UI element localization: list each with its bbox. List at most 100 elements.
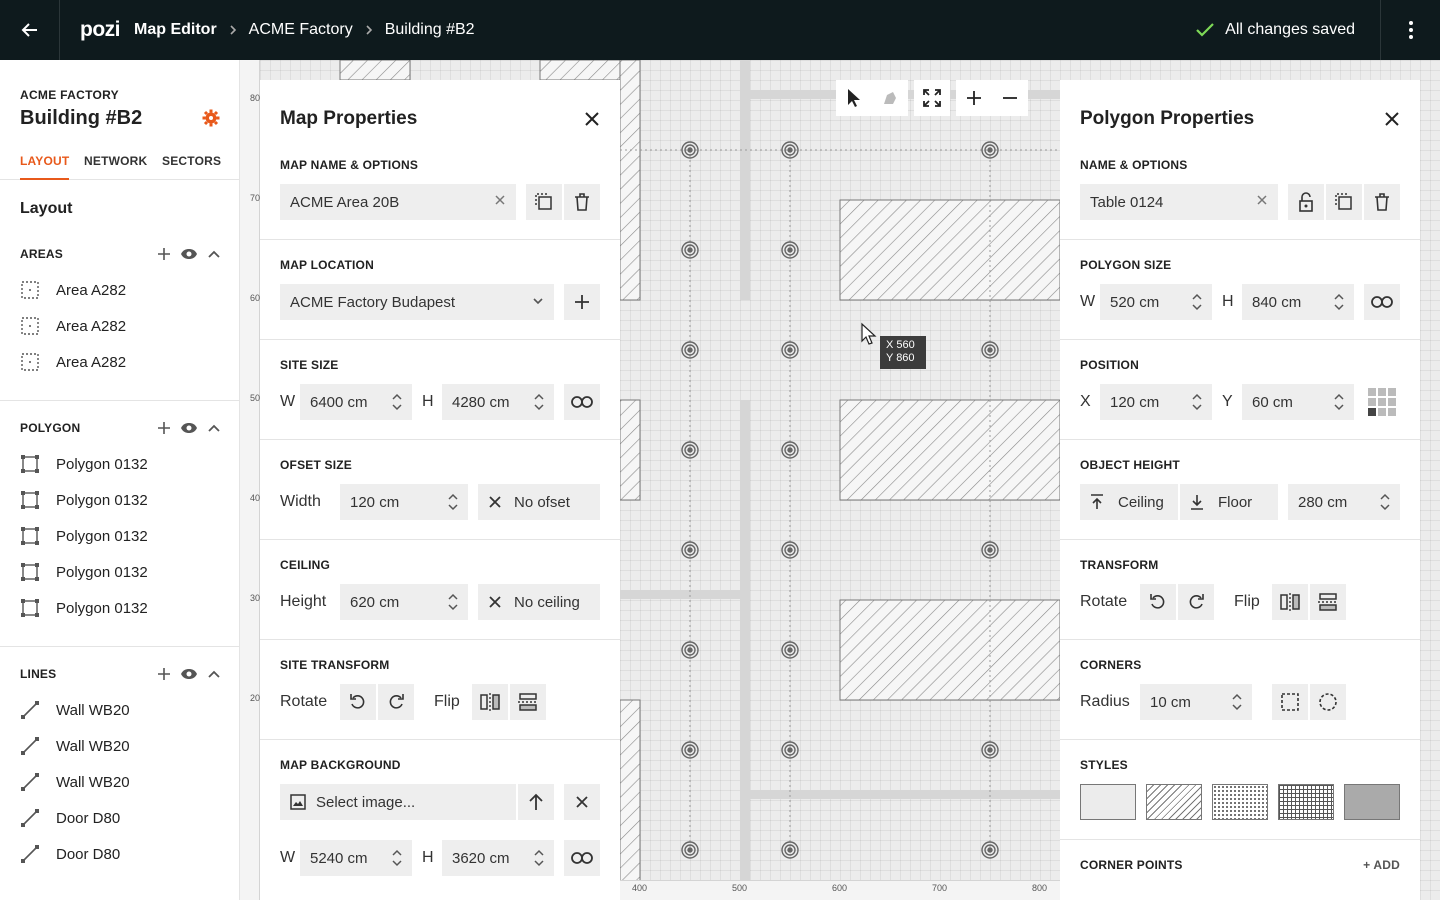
eye-icon[interactable]	[180, 420, 198, 436]
floor-button[interactable]: Floor	[1180, 484, 1278, 520]
close-panel-button[interactable]	[1384, 111, 1400, 127]
wall[interactable]	[750, 790, 1060, 799]
list-item[interactable]: Wall WB20	[0, 692, 239, 728]
flip-horizontal-button[interactable]	[1272, 584, 1308, 620]
list-item[interactable]: Area A282	[0, 272, 239, 308]
duplicate-button[interactable]	[1326, 184, 1362, 220]
back-button[interactable]	[0, 0, 60, 60]
wall[interactable]	[620, 590, 740, 599]
clear-icon[interactable]	[494, 194, 506, 206]
stepper-icon[interactable]	[392, 392, 402, 412]
tab-sectors[interactable]: SECTORS	[162, 154, 221, 180]
chevron-up-icon[interactable]	[206, 420, 222, 436]
polygon-shape[interactable]	[839, 199, 1061, 301]
list-item[interactable]: Wall WB20	[0, 764, 239, 800]
stepper-icon[interactable]	[448, 492, 458, 512]
stepper-icon[interactable]	[1192, 292, 1202, 312]
polygon-shape[interactable]	[839, 599, 1061, 701]
zoom-in-button[interactable]	[956, 80, 992, 116]
tab-network[interactable]: NETWORK	[84, 154, 147, 180]
list-item[interactable]: Wall WB20	[0, 728, 239, 764]
style-swatch-dotted[interactable]	[1212, 784, 1268, 820]
round-corners-button[interactable]	[1310, 684, 1346, 720]
list-item[interactable]: Area A282	[0, 344, 239, 380]
delete-button[interactable]	[1364, 184, 1400, 220]
style-swatch-hatched[interactable]	[1146, 784, 1202, 820]
tab-layout[interactable]: LAYOUT	[20, 154, 70, 180]
delete-button[interactable]	[564, 184, 600, 220]
list-item[interactable]: Polygon 0132	[0, 482, 239, 518]
site-width-stepper[interactable]: 6400 cm	[300, 384, 412, 420]
sensor-icon[interactable]	[681, 841, 699, 859]
stepper-icon[interactable]	[448, 592, 458, 612]
stepper-icon[interactable]	[1232, 692, 1242, 712]
link-ratio-button[interactable]	[564, 840, 600, 876]
position-y-stepper[interactable]: 60 cm	[1242, 384, 1354, 420]
sensor-icon[interactable]	[681, 241, 699, 259]
chevron-up-icon[interactable]	[206, 666, 222, 682]
sensor-icon[interactable]	[781, 141, 799, 159]
flip-vertical-button[interactable]	[510, 684, 546, 720]
sensor-icon[interactable]	[981, 841, 999, 859]
corner-radius-stepper[interactable]: 10 cm	[1140, 684, 1252, 720]
sensor-icon[interactable]	[781, 741, 799, 759]
chevron-up-icon[interactable]	[206, 246, 222, 262]
stepper-icon[interactable]	[1334, 292, 1344, 312]
map-name-input[interactable]: ACME Area 20B	[280, 184, 516, 220]
sensor-icon[interactable]	[681, 341, 699, 359]
site-height-stepper[interactable]: 4280 cm	[442, 384, 554, 420]
stepper-icon[interactable]	[1334, 392, 1344, 412]
list-item[interactable]: Polygon 0132	[0, 554, 239, 590]
stepper-icon[interactable]	[1380, 492, 1390, 512]
list-item[interactable]: Polygon 0132	[0, 590, 239, 626]
more-menu-button[interactable]	[1380, 0, 1440, 60]
close-panel-button[interactable]	[584, 111, 600, 127]
sensor-icon[interactable]	[781, 641, 799, 659]
polygon-shape[interactable]	[619, 60, 641, 301]
polygon-shape[interactable]	[539, 60, 621, 81]
ceiling-height-stepper[interactable]: 620 cm	[340, 584, 468, 620]
rotate-right-button[interactable]	[1178, 584, 1214, 620]
sensor-icon[interactable]	[681, 441, 699, 459]
list-item[interactable]: Polygon 0132	[0, 518, 239, 554]
list-item[interactable]: Area A282	[0, 308, 239, 344]
background-image-select[interactable]: Select image...	[280, 784, 516, 820]
plus-icon[interactable]	[156, 420, 172, 436]
breadcrumb-item-factory[interactable]: ACME Factory	[249, 21, 353, 39]
no-offset-button[interactable]: No ofset	[478, 484, 600, 520]
clear-icon[interactable]	[1256, 194, 1268, 206]
wall[interactable]	[740, 400, 750, 900]
sensor-icon[interactable]	[981, 141, 999, 159]
lock-button[interactable]	[1288, 184, 1324, 220]
sensor-icon[interactable]	[981, 341, 999, 359]
flip-vertical-button[interactable]	[1310, 584, 1346, 620]
offset-width-stepper[interactable]: 120 cm	[340, 484, 468, 520]
sensor-icon[interactable]	[981, 741, 999, 759]
rotate-left-button[interactable]	[1140, 584, 1176, 620]
sensor-icon[interactable]	[781, 841, 799, 859]
ceiling-button[interactable]: Ceiling	[1080, 484, 1178, 520]
square-corners-button[interactable]	[1272, 684, 1308, 720]
eye-icon[interactable]	[180, 666, 198, 682]
breadcrumb-item-building[interactable]: Building #B2	[385, 21, 475, 39]
polygon-shape[interactable]	[619, 699, 641, 900]
stepper-icon[interactable]	[1192, 392, 1202, 412]
list-item[interactable]: Door D80	[0, 800, 239, 836]
sensor-icon[interactable]	[681, 641, 699, 659]
polygon-shape[interactable]	[619, 399, 641, 501]
upload-button[interactable]	[518, 784, 554, 820]
remove-background-button[interactable]	[564, 784, 600, 820]
polygon-width-stepper[interactable]: 520 cm	[1100, 284, 1212, 320]
stepper-icon[interactable]	[392, 848, 402, 868]
object-height-stepper[interactable]: 280 cm	[1288, 484, 1400, 520]
add-location-button[interactable]	[564, 284, 600, 320]
style-swatch-grid[interactable]	[1278, 784, 1334, 820]
wall[interactable]	[740, 60, 750, 300]
anchor-grid[interactable]	[1368, 388, 1396, 416]
stepper-icon[interactable]	[534, 392, 544, 412]
link-ratio-button[interactable]	[1364, 284, 1400, 320]
background-width-stepper[interactable]: 5240 cm	[300, 840, 412, 876]
list-item[interactable]: Polygon 0132	[0, 446, 239, 482]
sensor-icon[interactable]	[781, 341, 799, 359]
sensor-icon[interactable]	[781, 241, 799, 259]
